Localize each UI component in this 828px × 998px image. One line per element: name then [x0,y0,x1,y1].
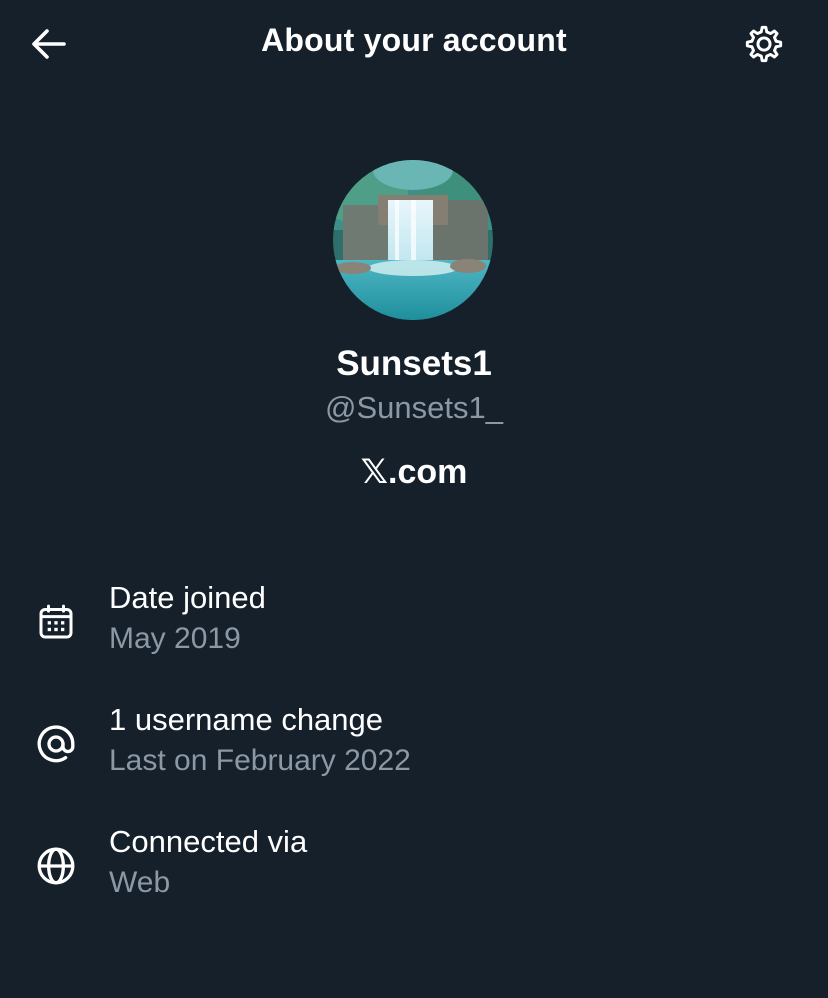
site-label: 𝕏.com [360,453,468,491]
date-joined-row: Date joined May 2019 [0,580,828,670]
date-joined-label: Date joined [109,580,266,615]
username-change-row: 1 username change Last on February 2022 [0,702,828,792]
top-app-bar: About your account [0,0,828,90]
waterfall-avatar-image [333,160,493,320]
globe-icon [32,842,80,890]
username-change-value: Last on February 2022 [109,744,411,777]
date-joined-value: May 2019 [109,622,241,655]
page-title: About your account [261,22,567,58]
connected-via-row: Connected via Web [0,824,828,914]
username-change-label: 1 username change [109,702,384,737]
gear-icon [745,25,783,63]
connected-via-value: Web [109,866,171,899]
settings-button[interactable] [738,20,790,68]
connected-via-label: Connected via [109,824,308,859]
at-sign-icon [32,720,80,768]
user-handle: @Sunsets1_ [325,390,503,425]
calendar-icon [32,598,80,646]
display-name: Sunsets1 [336,344,492,383]
avatar[interactable] [333,160,493,320]
